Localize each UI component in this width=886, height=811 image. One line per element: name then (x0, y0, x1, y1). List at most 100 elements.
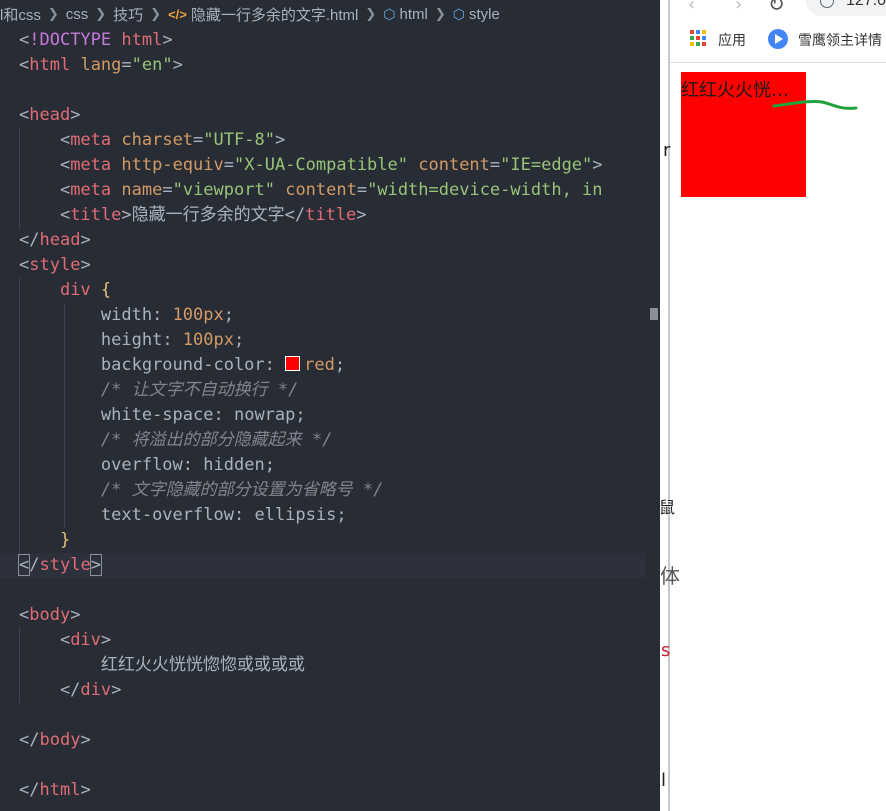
code-token: ; (295, 405, 306, 425)
back-arrow-icon[interactable]: ‹ (688, 0, 695, 15)
window-divider (668, 0, 670, 811)
code-line[interactable]: </head> (0, 228, 660, 253)
editor-scrollbar[interactable] (645, 28, 660, 811)
breadcrumb-label: l和css (0, 6, 41, 24)
code-line[interactable]: </style> (0, 553, 660, 578)
code-token: < (19, 105, 30, 125)
code-line[interactable]: } (0, 528, 660, 553)
code-token: title (70, 205, 122, 225)
code-token: > (70, 605, 81, 625)
code-line[interactable]: width: 100px; (0, 303, 660, 328)
code-token: } (59, 530, 71, 550)
code-line[interactable]: <meta http-equiv="X-UA-Compatible" conte… (0, 153, 660, 178)
forward-arrow-icon[interactable]: › (735, 0, 742, 15)
apps-grid-icon[interactable] (690, 30, 706, 46)
code-line[interactable]: <!DOCTYPE html> (0, 28, 660, 53)
code-token: "X-UA-Compatible" (234, 155, 408, 175)
code-line[interactable] (0, 78, 660, 103)
code-line[interactable]: <html lang="en"> (0, 53, 660, 78)
breadcrumb-item[interactable]: 技巧 (113, 4, 143, 25)
code-line[interactable]: </div> (0, 678, 660, 703)
code-token: < (19, 30, 30, 50)
code-token: 100px (182, 330, 234, 350)
breadcrumb-item[interactable]: l和css (0, 4, 41, 25)
code-line[interactable] (0, 703, 660, 728)
scrollbar-position-marker[interactable] (650, 308, 658, 320)
code-line[interactable]: <style> (0, 253, 660, 278)
code-token: !DOCTYPE (29, 30, 112, 50)
breadcrumb-label: style (469, 5, 500, 23)
code-line[interactable]: background-color: red; (0, 353, 660, 378)
reload-icon[interactable]: ↻ (768, 0, 785, 16)
code-line[interactable]: white-space: nowrap; (0, 403, 660, 428)
demo-div: 红红火火恍恍惚惚或或或或 (681, 72, 806, 197)
code-line[interactable] (0, 578, 660, 603)
code-token: hidden (203, 455, 265, 475)
code-token: http-equiv (121, 155, 224, 175)
code-line[interactable]: /* 文字隐藏的部分设置为省略号 */ (0, 478, 660, 503)
color-swatch[interactable] (285, 356, 301, 371)
code-token: width (100, 305, 153, 325)
address-bar-url[interactable]: 127.0 (846, 0, 886, 10)
breadcrumb-label: 隐藏一行多余的文字.html (190, 6, 359, 24)
code-token: head (39, 230, 81, 250)
play-circle-icon[interactable] (768, 29, 788, 49)
code-token: ; (264, 455, 275, 475)
code-area[interactable]: <!DOCTYPE html> <html lang="en"> <head> <m… (0, 28, 660, 811)
breadcrumb-item[interactable]: </> 隐藏一行多余的文字.html (168, 4, 358, 25)
indent-guide (19, 128, 20, 228)
code-line[interactable]: /* 将溢出的部分隐藏起来 */ (0, 428, 660, 453)
code-token: nowrap (233, 405, 296, 425)
code-token: < (19, 55, 30, 75)
chevron-right-icon: ❯ (47, 6, 59, 21)
breadcrumb-item[interactable]: ⬡ html (383, 6, 428, 23)
indent-guide (64, 303, 65, 528)
code-line[interactable]: /* 让文字不自动换行 */ (0, 378, 660, 403)
bookmark-apps[interactable]: 应用 (718, 30, 746, 50)
code-line[interactable]: <head> (0, 103, 660, 128)
code-line[interactable] (0, 753, 660, 778)
bookmark-site[interactable]: 雪鹰领主详情 (798, 30, 882, 50)
code-token: ellipsis (254, 505, 337, 525)
code-token: : (233, 505, 255, 525)
code-token: > (89, 554, 102, 576)
code-token: meta (70, 155, 112, 175)
code-line[interactable]: <body> (0, 603, 660, 628)
code-token: : (182, 455, 204, 475)
code-line[interactable]: </html> (0, 778, 660, 803)
code-token: ; (223, 305, 234, 325)
code-token: < (19, 630, 71, 650)
breadcrumb-item[interactable]: ⬡ style (453, 6, 500, 23)
code-line[interactable]: <title>隐藏一行多余的文字</title> (0, 203, 660, 228)
code-token: head (29, 105, 71, 125)
cube-icon: ⬡ (383, 5, 396, 22)
code-line[interactable]: <div> (0, 628, 660, 653)
code-line[interactable]: height: 100px; (0, 328, 660, 353)
code-line[interactable]: text-overflow: ellipsis; (0, 503, 660, 528)
code-token: > (70, 105, 81, 125)
code-line[interactable]: div { (0, 278, 660, 303)
code-token: html (121, 30, 163, 50)
code-line[interactable]: overflow: hidden; (0, 453, 660, 478)
code-line[interactable]: </body> (0, 728, 660, 753)
code-line[interactable]: <meta charset="UTF-8"> (0, 128, 660, 153)
code-token: > (592, 155, 603, 175)
code-token: = (223, 155, 234, 175)
code-token: > (162, 30, 173, 50)
breadcrumb-item[interactable]: css (66, 6, 89, 23)
code-token: < (19, 255, 30, 275)
code-token: > (111, 680, 122, 700)
code-token: div (70, 630, 101, 650)
code-token: > (80, 230, 91, 250)
chevron-right-icon: ❯ (95, 6, 107, 21)
code-token: 红红火火恍恍惚惚或或或或 (100, 655, 305, 675)
code-editor[interactable]: l和css ❯ css ❯ 技巧 ❯ </> 隐藏一行多余的文字.html ❯ ⬡ html ❯ ⬡ st… (0, 0, 660, 811)
code-line[interactable]: <meta name="viewport" content="width=dev… (0, 178, 660, 203)
code-token: > (356, 205, 367, 225)
code-line[interactable]: 红红火火恍恍惚惚或或或或 (0, 653, 660, 678)
